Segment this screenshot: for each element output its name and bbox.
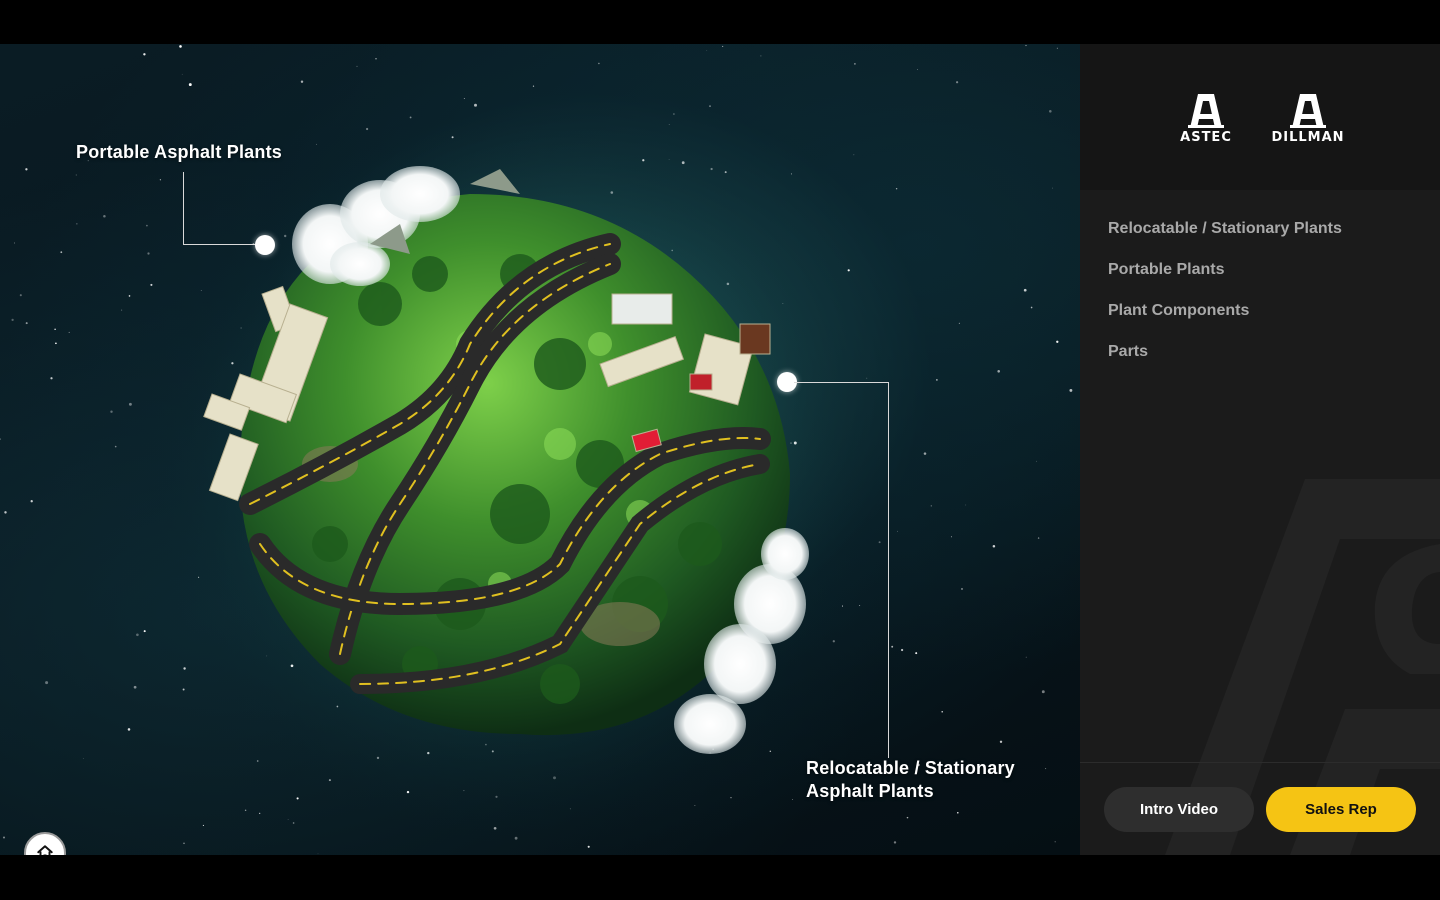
nav-item-portable-plants[interactable]: Portable Plants	[1108, 259, 1342, 300]
callout-relocatable-line-horizontal	[794, 382, 889, 383]
letterbox-top	[0, 0, 1440, 44]
planet-scene: Portable Asphalt Plants Relocatable / St…	[0, 44, 1080, 855]
sales-rep-button[interactable]: Sales Rep	[1266, 787, 1416, 832]
callout-relocatable-label: Relocatable / Stationary Asphalt Plants	[806, 757, 1015, 803]
nav-item-parts[interactable]: Parts	[1108, 341, 1342, 382]
letterbox-bottom	[0, 855, 1440, 900]
astec-logo-mark	[1188, 94, 1224, 128]
callout-relocatable-line-vertical	[888, 382, 889, 758]
callout-portable-line-horizontal	[183, 244, 258, 245]
dillman-logo-text: DILLMAN	[1271, 130, 1345, 145]
sidebar-nav: Relocatable / Stationary Plants Portable…	[1108, 218, 1342, 382]
callout-relocatable-label-line1: Relocatable / Stationary	[806, 758, 1015, 778]
nav-item-plant-components[interactable]: Plant Components	[1108, 300, 1342, 341]
dillman-logo-mark	[1290, 94, 1326, 128]
dillman-logo[interactable]: DILLMAN	[1266, 92, 1350, 148]
astec-logo[interactable]: ASTEC	[1168, 92, 1244, 148]
sidebar-footer: Intro Video Sales Rep	[1080, 762, 1440, 855]
intro-video-button[interactable]: Intro Video	[1104, 787, 1254, 832]
callout-portable-dot[interactable]	[255, 235, 275, 255]
planet-illustration	[150, 114, 870, 834]
sidebar-header: ASTEC DILLMAN	[1080, 44, 1440, 190]
callout-relocatable-label-line2: Asphalt Plants	[806, 781, 934, 801]
callout-portable-label: Portable Asphalt Plants	[76, 142, 282, 162]
home-icon	[37, 845, 53, 855]
astec-logo-text: ASTEC	[1180, 130, 1232, 145]
callout-portable-line-vertical	[183, 172, 184, 245]
nav-item-relocatable-stationary-plants[interactable]: Relocatable / Stationary Plants	[1108, 218, 1342, 259]
sidebar: ASTEC DILLMAN Relocatable / Stationary P…	[1080, 44, 1440, 855]
